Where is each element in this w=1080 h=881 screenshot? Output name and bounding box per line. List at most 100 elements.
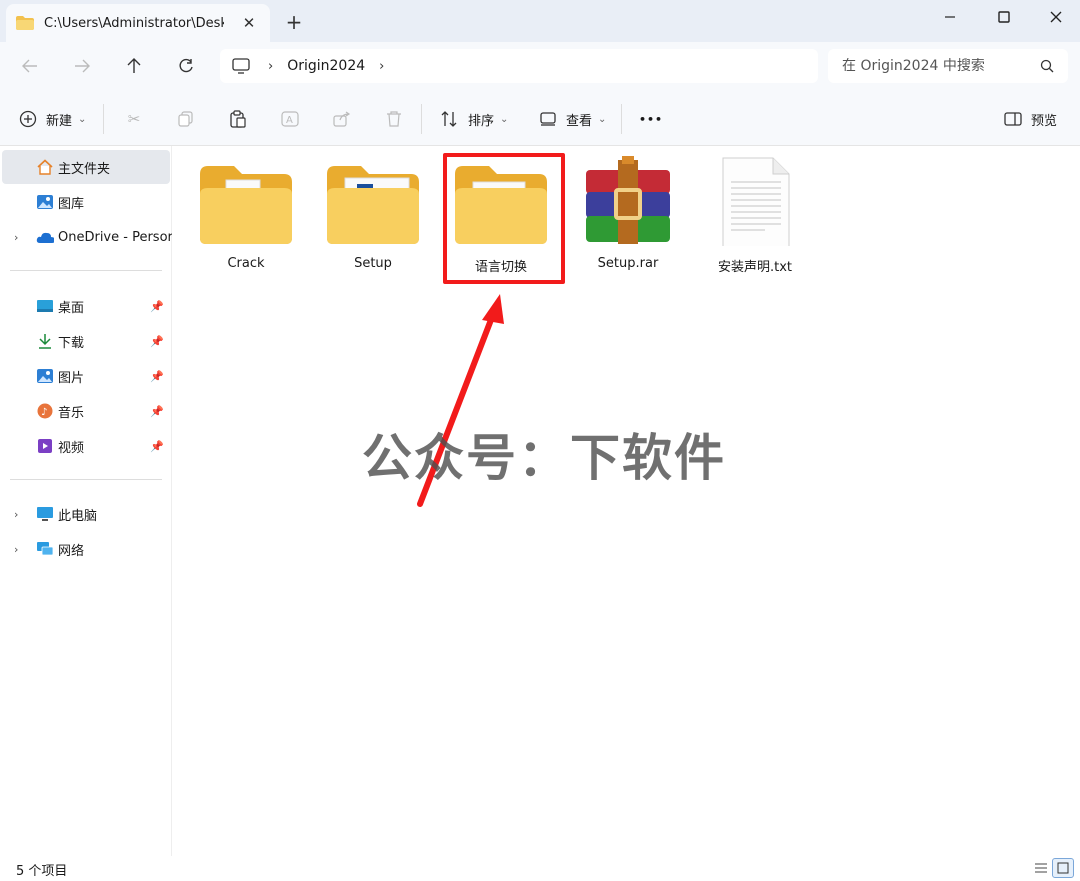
pin-icon[interactable]: 📌 (150, 405, 164, 418)
pictures-icon (36, 367, 54, 385)
divider (421, 104, 422, 134)
divider (621, 104, 622, 134)
folder-icon (16, 16, 34, 30)
sidebar-item-pictures[interactable]: 图片 📌 (2, 359, 170, 393)
trash-icon (384, 109, 404, 129)
close-window-button[interactable] (1030, 0, 1080, 34)
file-item-crack[interactable]: Crack (182, 146, 310, 276)
view-icon (538, 109, 558, 129)
divider (103, 104, 104, 134)
minimize-button[interactable] (924, 0, 976, 34)
arrow-up-icon (127, 58, 141, 73)
svg-text:♪: ♪ (41, 407, 47, 418)
rename-button[interactable]: A (280, 106, 308, 132)
text-file-icon (722, 157, 790, 246)
maximize-button[interactable] (978, 0, 1030, 34)
title-bar: C:\Users\Administrator\Deskto ✕ + (0, 0, 1080, 42)
large-icons-view-icon (1057, 862, 1069, 874)
rename-icon: A (280, 109, 300, 129)
chevron-right-icon[interactable]: › (14, 231, 18, 244)
file-name: Setup.rar (597, 256, 659, 271)
search-icon[interactable] (1040, 59, 1054, 73)
sidebar-item-label: 此电脑 (58, 508, 98, 524)
more-button[interactable]: ••• (639, 106, 663, 132)
sidebar-item-desktop[interactable]: 桌面 📌 (2, 289, 170, 323)
chevron-right-icon[interactable]: › (14, 543, 18, 556)
search-box[interactable] (828, 49, 1068, 83)
file-item-setup-rar[interactable]: Setup.rar (564, 146, 692, 276)
chevron-right-icon[interactable]: › (268, 59, 273, 74)
file-name: 语言切换 (474, 260, 527, 275)
file-item-setup-folder[interactable]: Setup (309, 146, 437, 276)
svg-text:A: A (286, 115, 293, 126)
maximize-icon (998, 11, 1010, 23)
video-icon (36, 437, 54, 455)
address-bar[interactable]: › Origin2024 › (220, 49, 818, 83)
delete-button[interactable] (384, 106, 412, 132)
chevron-down-icon: ⌄ (78, 113, 87, 125)
cut-button[interactable]: ✂ (124, 106, 152, 132)
chevron-down-icon: ⌄ (500, 113, 509, 125)
sidebar-item-gallery[interactable]: 图库 (2, 185, 170, 219)
folder-icon (455, 166, 547, 244)
gallery-icon (36, 193, 54, 211)
refresh-button[interactable] (170, 52, 202, 80)
details-view-icon (1035, 863, 1047, 873)
copy-button[interactable] (176, 106, 204, 132)
sidebar-item-home[interactable]: 主文件夹 (2, 150, 170, 184)
view-button[interactable]: 查看 ⌄ (538, 106, 606, 132)
search-input[interactable] (842, 58, 1032, 74)
desktop-icon (36, 297, 54, 315)
winrar-archive-icon (586, 156, 670, 244)
file-item-install-notice-txt[interactable]: 安装声明.txt (691, 146, 819, 276)
view-label: 查看 (566, 113, 593, 129)
paste-button[interactable] (228, 106, 256, 132)
sidebar-item-this-pc[interactable]: › 此电脑 (2, 497, 170, 531)
pin-icon[interactable]: 📌 (150, 440, 164, 453)
details-view-button[interactable] (1030, 858, 1052, 878)
breadcrumb-origin2024[interactable]: Origin2024 (287, 58, 365, 74)
clipboard-icon (228, 109, 248, 129)
file-list: Crack Setup 语言切换 Setup.rar 安装声明.txt (172, 146, 1080, 856)
tab-title: C:\Users\Administrator\Deskto (44, 15, 224, 31)
pin-icon[interactable]: 📌 (150, 370, 164, 383)
download-icon (36, 332, 54, 350)
preview-button[interactable]: 预览 (1003, 106, 1057, 132)
sidebar-item-label: 桌面 (58, 300, 85, 316)
arrow-left-icon (22, 59, 37, 73)
sidebar-item-music[interactable]: ♪ 音乐 📌 (2, 394, 170, 428)
sidebar-item-downloads[interactable]: 下载 📌 (2, 324, 170, 358)
back-button[interactable] (14, 52, 46, 80)
tab-current[interactable]: C:\Users\Administrator\Deskto ✕ (6, 4, 270, 42)
address-row: › Origin2024 › (0, 42, 1080, 92)
close-tab-button[interactable]: ✕ (238, 14, 260, 32)
sidebar-item-videos[interactable]: 视频 📌 (2, 429, 170, 463)
command-bar: 新建 ⌄ ✂ A 排序 ⌄ 查看 ⌄ ••• 预览 (0, 92, 1080, 146)
file-name: Crack (227, 256, 265, 271)
up-button[interactable] (118, 52, 150, 80)
sidebar-item-label: 主文件夹 (58, 161, 111, 177)
status-bar: 5 个项目 (0, 856, 1080, 881)
new-tab-button[interactable]: + (282, 10, 306, 34)
onedrive-icon (36, 228, 54, 246)
new-button[interactable]: 新建 ⌄ (18, 106, 86, 132)
large-icons-view-button[interactable] (1052, 858, 1074, 878)
share-button[interactable] (332, 106, 360, 132)
chevron-right-icon[interactable]: › (14, 508, 18, 521)
file-item-language-switch[interactable]: 语言切换 (437, 146, 565, 276)
pin-icon[interactable]: 📌 (150, 335, 164, 348)
chevron-right-icon[interactable]: › (379, 59, 384, 74)
sidebar-item-label: 音乐 (58, 405, 85, 421)
sidebar-item-network[interactable]: › 网络 (2, 532, 170, 566)
sort-button[interactable]: 排序 ⌄ (440, 106, 508, 132)
new-label: 新建 (46, 113, 73, 129)
pin-icon[interactable]: 📌 (150, 300, 164, 313)
sidebar-item-onedrive[interactable]: › OneDrive - Persor (2, 220, 173, 254)
folder-icon (200, 166, 292, 244)
file-name: Setup (354, 256, 392, 271)
refresh-icon (179, 58, 193, 73)
forward-button[interactable] (66, 52, 98, 80)
this-pc-icon (36, 505, 54, 523)
sidebar-item-label: 视频 (58, 440, 85, 456)
close-icon (1050, 11, 1062, 23)
